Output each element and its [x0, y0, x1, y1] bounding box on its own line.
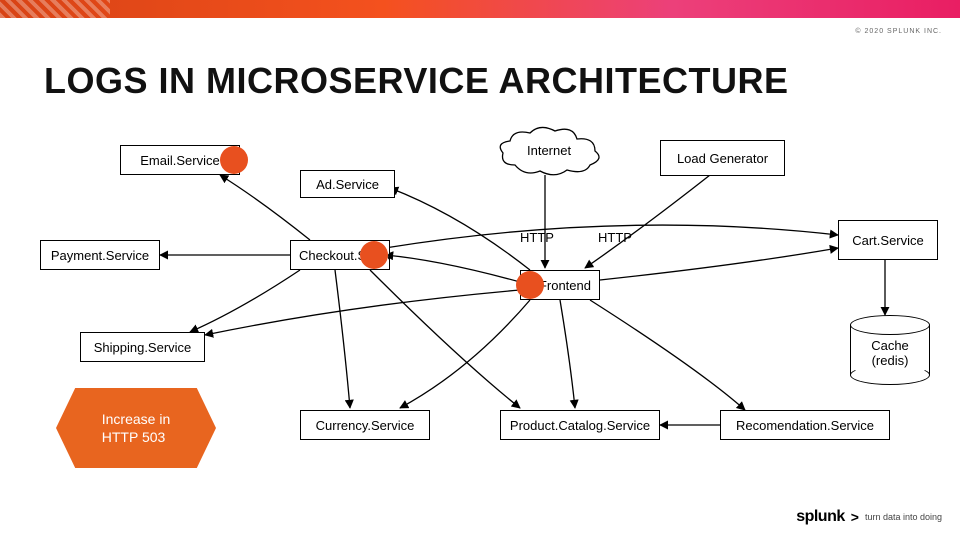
label-http-1: HTTP — [520, 230, 554, 245]
node-currency-label: Currency.Service — [316, 418, 415, 433]
callout-text: Increase in HTTP 503 — [102, 410, 170, 446]
node-internet-cloud: Internet — [495, 125, 605, 180]
alert-dot-checkout — [360, 241, 388, 269]
node-productcatalog: Product.Catalog.Service — [500, 410, 660, 440]
alert-dot-email — [220, 146, 248, 174]
architecture-diagram: Internet Email.Service Ad.Service Load G… — [0, 120, 960, 500]
node-cart: Cart.Service — [838, 220, 938, 260]
node-payment: Payment.Service — [40, 240, 160, 270]
page-title: LOGS IN MICROSERVICE ARCHITECTURE — [44, 60, 789, 102]
node-frontend-label: Frontend — [539, 278, 591, 293]
node-recommendation: Recomendation.Service — [720, 410, 890, 440]
node-recommendation-label: Recomendation.Service — [736, 418, 874, 433]
node-currency: Currency.Service — [300, 410, 430, 440]
copyright-text: © 2020 SPLUNK INC. — [855, 28, 942, 35]
alert-dot-frontend — [516, 271, 544, 299]
node-productcatalog-label: Product.Catalog.Service — [510, 418, 650, 433]
label-http-2: HTTP — [598, 230, 632, 245]
node-internet-label: Internet — [527, 143, 571, 158]
brand-footer: splunk > turn data into doing — [796, 508, 942, 526]
callout-line2: HTTP 503 — [102, 429, 166, 445]
brand-logo: splunk — [796, 508, 845, 526]
callout-line1: Increase in — [102, 411, 170, 427]
node-ad: Ad.Service — [300, 170, 395, 198]
callout-hex: Increase in HTTP 503 — [56, 388, 216, 468]
slide-top-stripe — [0, 0, 960, 18]
brand-arrow-icon: > — [851, 509, 859, 525]
node-loadgen: Load Generator — [660, 140, 785, 176]
node-ad-label: Ad.Service — [316, 177, 379, 192]
node-cart-label: Cart.Service — [852, 233, 924, 248]
node-shipping-label: Shipping.Service — [94, 340, 192, 355]
node-payment-label: Payment.Service — [51, 248, 149, 263]
node-cache: Cache (redis) — [850, 315, 930, 385]
node-loadgen-label: Load Generator — [677, 151, 768, 166]
node-shipping: Shipping.Service — [80, 332, 205, 362]
brand-tagline: turn data into doing — [865, 512, 942, 522]
node-cache-label: Cache (redis) — [850, 338, 930, 368]
node-email-label: Email.Service — [140, 153, 219, 168]
